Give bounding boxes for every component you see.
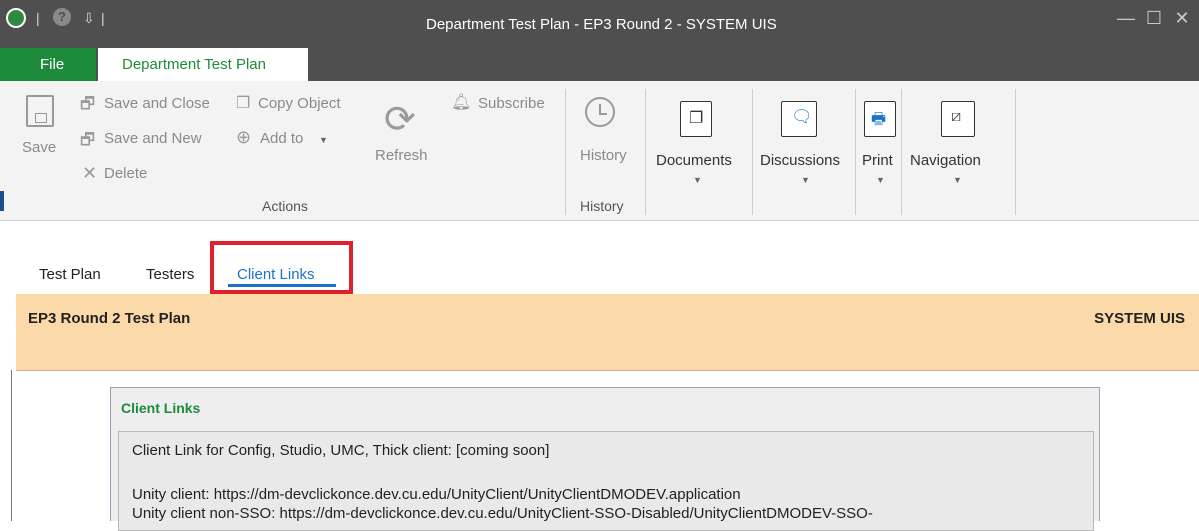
subscribe-button[interactable]: Subscribe [478,95,545,112]
add-to-button[interactable]: Add to [260,130,303,147]
navigation-button[interactable]: Navigation [910,152,981,169]
client-link-line: Client Link for Config, Studio, UMC, Thi… [132,442,550,459]
client-link-line: Unity client non-SSO: https://dm-devclic… [132,505,873,522]
panel-title: Client Links [121,400,201,416]
quick-access-separator: | [101,10,105,26]
group-label-actions: Actions [262,198,308,214]
refresh-icon: ⟳ [384,99,416,141]
client-links-panel: Client Links Client Link for Config, Stu… [110,387,1100,531]
delete-button[interactable]: Delete [104,165,147,182]
tab-test-plan[interactable]: Test Plan [39,266,101,283]
ribbon-separator [565,89,566,215]
record-header-banner: EP3 Round 2 Test Plan SYSTEM UIS [16,294,1199,371]
delete-icon: ✕ [82,163,98,183]
history-button[interactable]: History [580,147,627,164]
discussions-icon: 🗨︎ [781,101,817,137]
save-and-new-button[interactable]: Save and New [104,130,202,147]
discussions-button[interactable]: Discussions [760,152,840,169]
save-label: Save [22,139,57,156]
ribbon-separator [645,89,646,215]
record-title: EP3 Round 2 Test Plan [28,310,191,327]
app-logo-icon[interactable] [6,8,26,28]
record-system: SYSTEM UIS [1094,310,1185,327]
quick-access-separator: | [36,10,40,26]
documents-icon: ❐ [680,101,712,137]
left-accent-bar [0,191,4,211]
title-bar: | ? ⇩ | Department Test Plan - EP3 Round… [0,0,1199,48]
history-icon [585,97,615,127]
tab-testers[interactable]: Testers [146,266,194,283]
save-and-close-button[interactable]: Save and Close [104,95,210,112]
refresh-button[interactable]: Refresh [375,147,428,164]
save-and-close-icon: 🗗 [80,96,96,113]
documents-button[interactable]: Documents [656,152,732,169]
save-button[interactable]: Save [20,91,66,161]
navigation-icon: ⧄ [941,101,975,137]
client-link-line: Unity client: https://dm-devclickonce.de… [132,486,741,503]
client-links-text-area[interactable]: Client Link for Config, Studio, UMC, Thi… [118,431,1094,531]
tab-department-test-plan[interactable]: Department Test Plan [98,48,308,82]
add-to-chevron-down-icon: ▼ [319,135,328,145]
save-and-new-icon: 🗗 [80,132,96,149]
documents-chevron-down-icon: ▼ [693,175,702,185]
ribbon-separator [855,89,856,215]
file-tab-label: File [40,56,65,73]
discussions-chevron-down-icon: ▼ [801,175,810,185]
print-icon: 🖶 [864,101,896,137]
ribbon: Save 🗗 Save and Close 🗗 Save and New ✕ D… [0,81,1199,221]
subscribe-icon: 🔔︎ [451,94,472,111]
maximize-button[interactable]: ☐ [1141,8,1167,29]
copy-object-button[interactable]: Copy Object [258,95,341,112]
highlight-annotation-box [210,241,353,294]
quick-access-dropdown-icon[interactable]: ⇩ [83,10,95,27]
help-icon[interactable]: ? [53,8,71,26]
left-border-line [11,370,12,521]
ribbon-separator [752,89,753,215]
add-icon: ⊕ [236,127,252,147]
close-button[interactable]: ✕ [1169,8,1195,29]
navigation-chevron-down-icon: ▼ [953,175,962,185]
print-button[interactable]: Print [862,152,893,169]
tab-department-test-plan-label: Department Test Plan [122,56,266,73]
group-label-history: History [580,198,624,214]
file-tab[interactable]: File [0,48,96,81]
minimize-button[interactable]: — [1113,8,1139,29]
print-chevron-down-icon: ▼ [876,175,885,185]
save-icon [26,95,54,127]
window-title: Department Test Plan - EP3 Round 2 - SYS… [426,16,777,33]
ribbon-separator [1015,89,1016,215]
copy-object-icon: ❐ [236,95,251,112]
ribbon-separator [901,89,902,215]
